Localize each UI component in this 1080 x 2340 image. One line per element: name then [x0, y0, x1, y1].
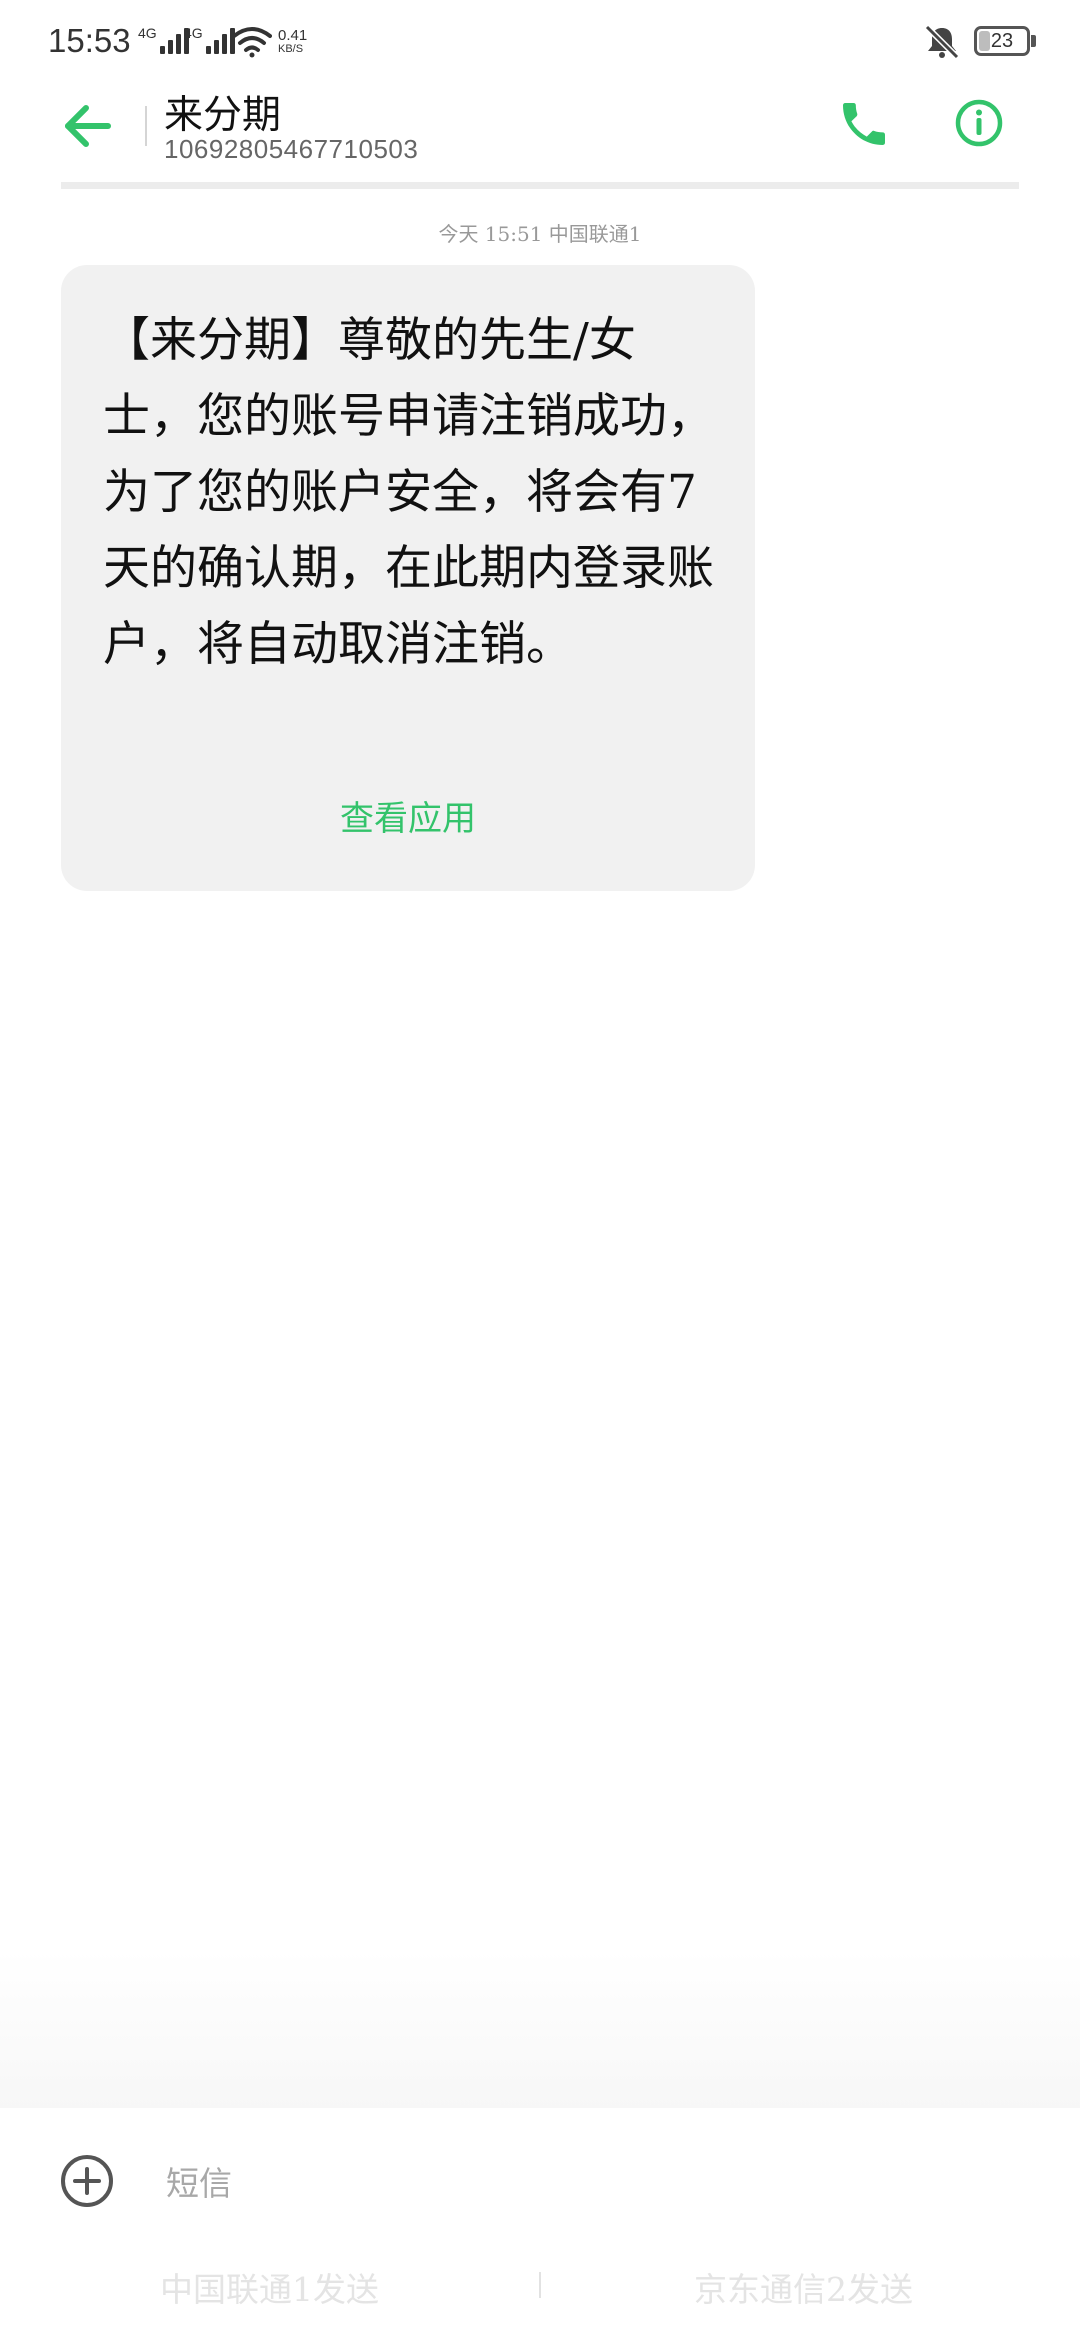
- status-time: 15:53: [48, 22, 131, 59]
- signal-sim2-icon: 4G: [184, 26, 235, 54]
- contact-number: 10692805467710503: [164, 134, 419, 164]
- wifi-icon: [232, 27, 272, 58]
- battery-icon: 23: [974, 26, 1030, 56]
- info-icon[interactable]: [954, 98, 1004, 148]
- send-sim1-button[interactable]: 中国联通1发送: [160, 2263, 379, 2311]
- header-divider: [61, 182, 1019, 189]
- battery-percent: 23: [990, 30, 1014, 52]
- message-text: 【来分期】尊敬的先生/女士，您的账号申请注销成功，为了您的账户安全，将会有7天的…: [103, 313, 714, 672]
- mute-icon: [924, 24, 960, 60]
- speed-value: 0.41: [278, 27, 308, 44]
- contact-name: 来分期: [164, 93, 282, 138]
- back-arrow-icon[interactable]: [58, 96, 118, 156]
- status-bar: 15:53 4G 4G 0.41 KB/S 23: [0, 0, 1080, 88]
- network-type-1: 4G: [138, 25, 157, 41]
- add-circle-icon[interactable]: [60, 2154, 114, 2208]
- sms-input[interactable]: [166, 2158, 1006, 2208]
- header-separator: [145, 106, 147, 146]
- battery-cap: [1031, 35, 1036, 47]
- network-type-2: 4G: [184, 25, 203, 41]
- send-sim2-button[interactable]: 京东通信2发送: [694, 2263, 913, 2311]
- speed-unit: KB/S: [278, 43, 304, 55]
- composer-shadow: [0, 1950, 1080, 2110]
- message-timestamp: 今天 15:51 中国联通1: [438, 222, 642, 246]
- send-separator: [539, 2272, 541, 2298]
- signal-sim1-icon: 4G: [138, 26, 189, 54]
- phone-icon[interactable]: [836, 96, 892, 152]
- network-speed: 0.41 KB/S: [278, 28, 307, 55]
- message-bubble: 【来分期】尊敬的先生/女士，您的账号申请注销成功，为了您的账户安全，将会有7天的…: [61, 265, 755, 891]
- view-app-link[interactable]: 查看应用: [61, 791, 755, 840]
